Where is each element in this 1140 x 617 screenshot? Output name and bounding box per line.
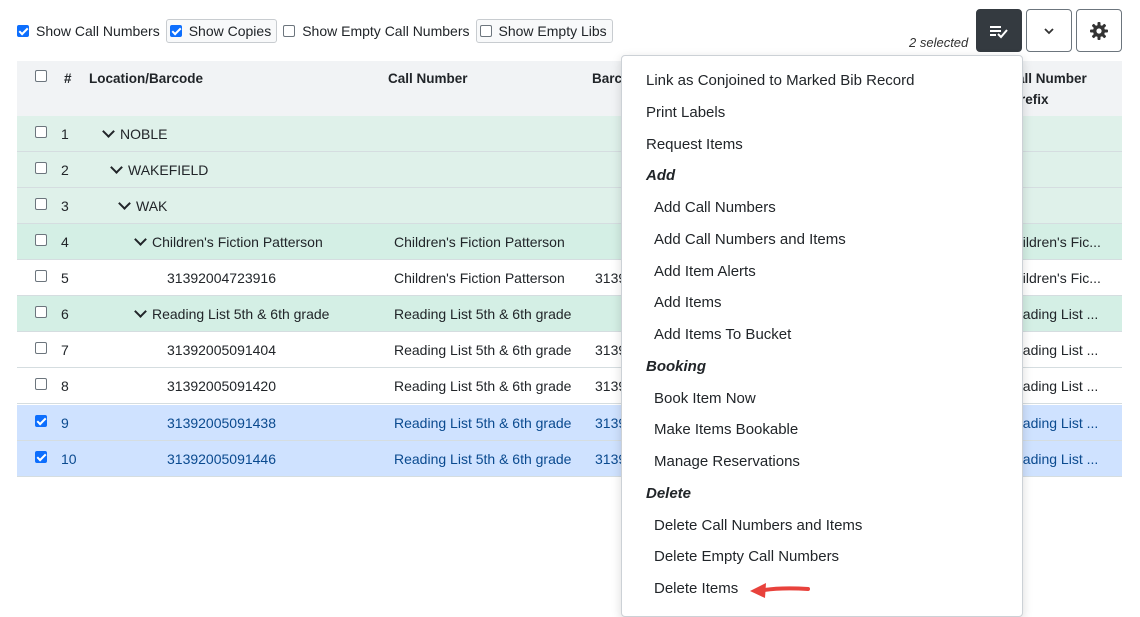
checkbox-checked-icon[interactable] bbox=[169, 25, 182, 37]
row-number: 9 bbox=[61, 415, 69, 431]
tree-node: Children's Fiction Patterson bbox=[134, 233, 323, 250]
call-number-cell: Reading List 5th & 6th grade bbox=[394, 451, 572, 467]
filter-show-empty-call-numbers[interactable]: Show Empty Call Numbers bbox=[283, 20, 470, 42]
gear-icon bbox=[1090, 21, 1108, 40]
row-number: 8 bbox=[61, 378, 69, 394]
prefix-cell: eading List ... bbox=[1015, 451, 1099, 467]
row-checkbox[interactable] bbox=[35, 306, 47, 318]
menu-item-make-items-bookable[interactable]: Make Items Bookable bbox=[654, 421, 798, 438]
column-header-location-barcode[interactable]: Location/Barcode bbox=[89, 71, 203, 86]
prefix-cell: eading List ... bbox=[1015, 415, 1099, 431]
row-number: 3 bbox=[61, 198, 69, 214]
call-number-cell: Children's Fiction Patterson bbox=[394, 270, 565, 286]
checkbox-icon[interactable] bbox=[283, 25, 296, 37]
row-checkbox[interactable] bbox=[35, 270, 47, 282]
menu-item-add-item-alerts[interactable]: Add Item Alerts bbox=[654, 263, 756, 280]
settings-button[interactable] bbox=[1076, 9, 1122, 52]
row-checkbox[interactable] bbox=[35, 451, 47, 463]
chevron-down-icon bbox=[1044, 27, 1054, 34]
prefix-cell: hildren's Fic... bbox=[1015, 270, 1101, 286]
row-number: 5 bbox=[61, 270, 69, 286]
prefix-cell: eading List ... bbox=[1015, 378, 1099, 394]
filter-label: Show Copies bbox=[188, 23, 272, 39]
menu-item-add-call-numbers[interactable]: Add Call Numbers bbox=[654, 199, 776, 216]
row-number: 7 bbox=[61, 342, 69, 358]
filter-show-empty-libs[interactable]: Show Empty Libs bbox=[475, 19, 613, 43]
menu-item-request-items[interactable]: Request Items bbox=[646, 136, 743, 153]
prefix-cell: hildren's Fic... bbox=[1015, 234, 1101, 250]
menu-item-delete-items[interactable]: Delete Items bbox=[654, 580, 738, 597]
filter-label: Show Call Numbers bbox=[36, 23, 160, 39]
tree-node: Reading List 5th & 6th grade bbox=[134, 305, 330, 322]
call-number-cell: Reading List 5th & 6th grade bbox=[394, 306, 572, 322]
list-check-icon bbox=[990, 25, 1008, 38]
row-number: 4 bbox=[61, 234, 69, 250]
column-header-number[interactable]: # bbox=[64, 71, 72, 86]
holdings-filters: Show Call Numbers Show Copies Show Empty… bbox=[17, 19, 619, 43]
actions-menu-button[interactable] bbox=[976, 9, 1022, 52]
tree-node: WAK bbox=[118, 197, 168, 214]
menu-item-print-labels[interactable]: Print Labels bbox=[646, 104, 725, 121]
filter-show-copies[interactable]: Show Copies bbox=[165, 19, 278, 43]
filter-label: Show Empty Call Numbers bbox=[302, 23, 470, 39]
location-label: WAK bbox=[136, 198, 168, 214]
filter-show-call-numbers[interactable]: Show Call Numbers bbox=[17, 20, 160, 42]
row-checkbox[interactable] bbox=[35, 378, 47, 390]
column-header-call-number-prefix[interactable]: all Number bbox=[1017, 71, 1087, 86]
tree-node: NOBLE bbox=[102, 125, 168, 142]
call-number-cell: Reading List 5th & 6th grade bbox=[394, 415, 572, 431]
menu-section-header-booking: Booking bbox=[646, 358, 706, 375]
call-number-cell: Reading List 5th & 6th grade bbox=[394, 342, 572, 358]
column-header-call-number[interactable]: Call Number bbox=[388, 71, 468, 86]
menu-item-link-conjoined[interactable]: Link as Conjoined to Marked Bib Record bbox=[646, 72, 914, 89]
call-number-cell: Reading List 5th & 6th grade bbox=[394, 378, 572, 394]
barcode-label: 31392005091446 bbox=[167, 451, 277, 467]
barcode-label: 31392004723916 bbox=[167, 270, 277, 286]
location-label: NOBLE bbox=[120, 126, 168, 142]
call-number-label: Children's Fiction Patterson bbox=[152, 234, 323, 250]
checkbox-icon[interactable] bbox=[479, 25, 492, 37]
checkbox-checked-icon[interactable] bbox=[17, 25, 29, 37]
tree-node: WAKEFIELD bbox=[110, 161, 209, 178]
row-checkbox[interactable] bbox=[35, 415, 47, 427]
annotation-arrow-icon bbox=[750, 583, 810, 598]
actions-dropdown-menu: Link as Conjoined to Marked Bib Record P… bbox=[621, 55, 1023, 617]
chevron-down-icon[interactable] bbox=[110, 161, 123, 174]
filter-label: Show Empty Libs bbox=[498, 23, 607, 39]
location-label: WAKEFIELD bbox=[128, 162, 209, 178]
row-checkbox[interactable] bbox=[35, 234, 47, 246]
menu-item-book-item-now[interactable]: Book Item Now bbox=[654, 390, 756, 407]
call-number-cell: Children's Fiction Patterson bbox=[394, 234, 565, 250]
prefix-cell: eading List ... bbox=[1015, 342, 1099, 358]
barcode-label: 31392005091420 bbox=[167, 378, 277, 394]
menu-section-header-delete: Delete bbox=[646, 485, 692, 502]
menu-item-add-items[interactable]: Add Items bbox=[654, 294, 722, 311]
menu-item-add-items-to-bucket[interactable]: Add Items To Bucket bbox=[654, 326, 791, 343]
row-number: 10 bbox=[61, 451, 77, 467]
column-dropdown-button[interactable] bbox=[1026, 9, 1072, 52]
column-header-prefix-line2: refix bbox=[1020, 92, 1049, 107]
row-checkbox[interactable] bbox=[35, 126, 47, 138]
chevron-down-icon[interactable] bbox=[118, 197, 131, 210]
row-number: 6 bbox=[61, 306, 69, 322]
selected-count: 2 selected bbox=[909, 35, 969, 50]
menu-item-add-call-numbers-and-items[interactable]: Add Call Numbers and Items bbox=[654, 231, 846, 248]
row-number: 2 bbox=[61, 162, 69, 178]
menu-item-manage-reservations[interactable]: Manage Reservations bbox=[654, 453, 800, 470]
menu-section-header-add: Add bbox=[646, 167, 676, 184]
barcode-label: 31392005091404 bbox=[167, 342, 277, 358]
row-checkbox[interactable] bbox=[35, 162, 47, 174]
chevron-down-icon[interactable] bbox=[134, 233, 147, 246]
chevron-down-icon[interactable] bbox=[134, 305, 147, 318]
menu-item-delete-call-numbers-and-items[interactable]: Delete Call Numbers and Items bbox=[654, 517, 862, 534]
menu-item-delete-empty-call-numbers[interactable]: Delete Empty Call Numbers bbox=[654, 548, 839, 565]
row-checkbox[interactable] bbox=[35, 342, 47, 354]
row-number: 1 bbox=[61, 126, 69, 142]
prefix-cell: eading List ... bbox=[1015, 306, 1099, 322]
barcode-label: 31392005091438 bbox=[167, 415, 277, 431]
select-all-checkbox[interactable] bbox=[35, 70, 47, 82]
row-checkbox[interactable] bbox=[35, 198, 47, 210]
call-number-label: Reading List 5th & 6th grade bbox=[152, 306, 330, 322]
chevron-down-icon[interactable] bbox=[102, 125, 115, 138]
